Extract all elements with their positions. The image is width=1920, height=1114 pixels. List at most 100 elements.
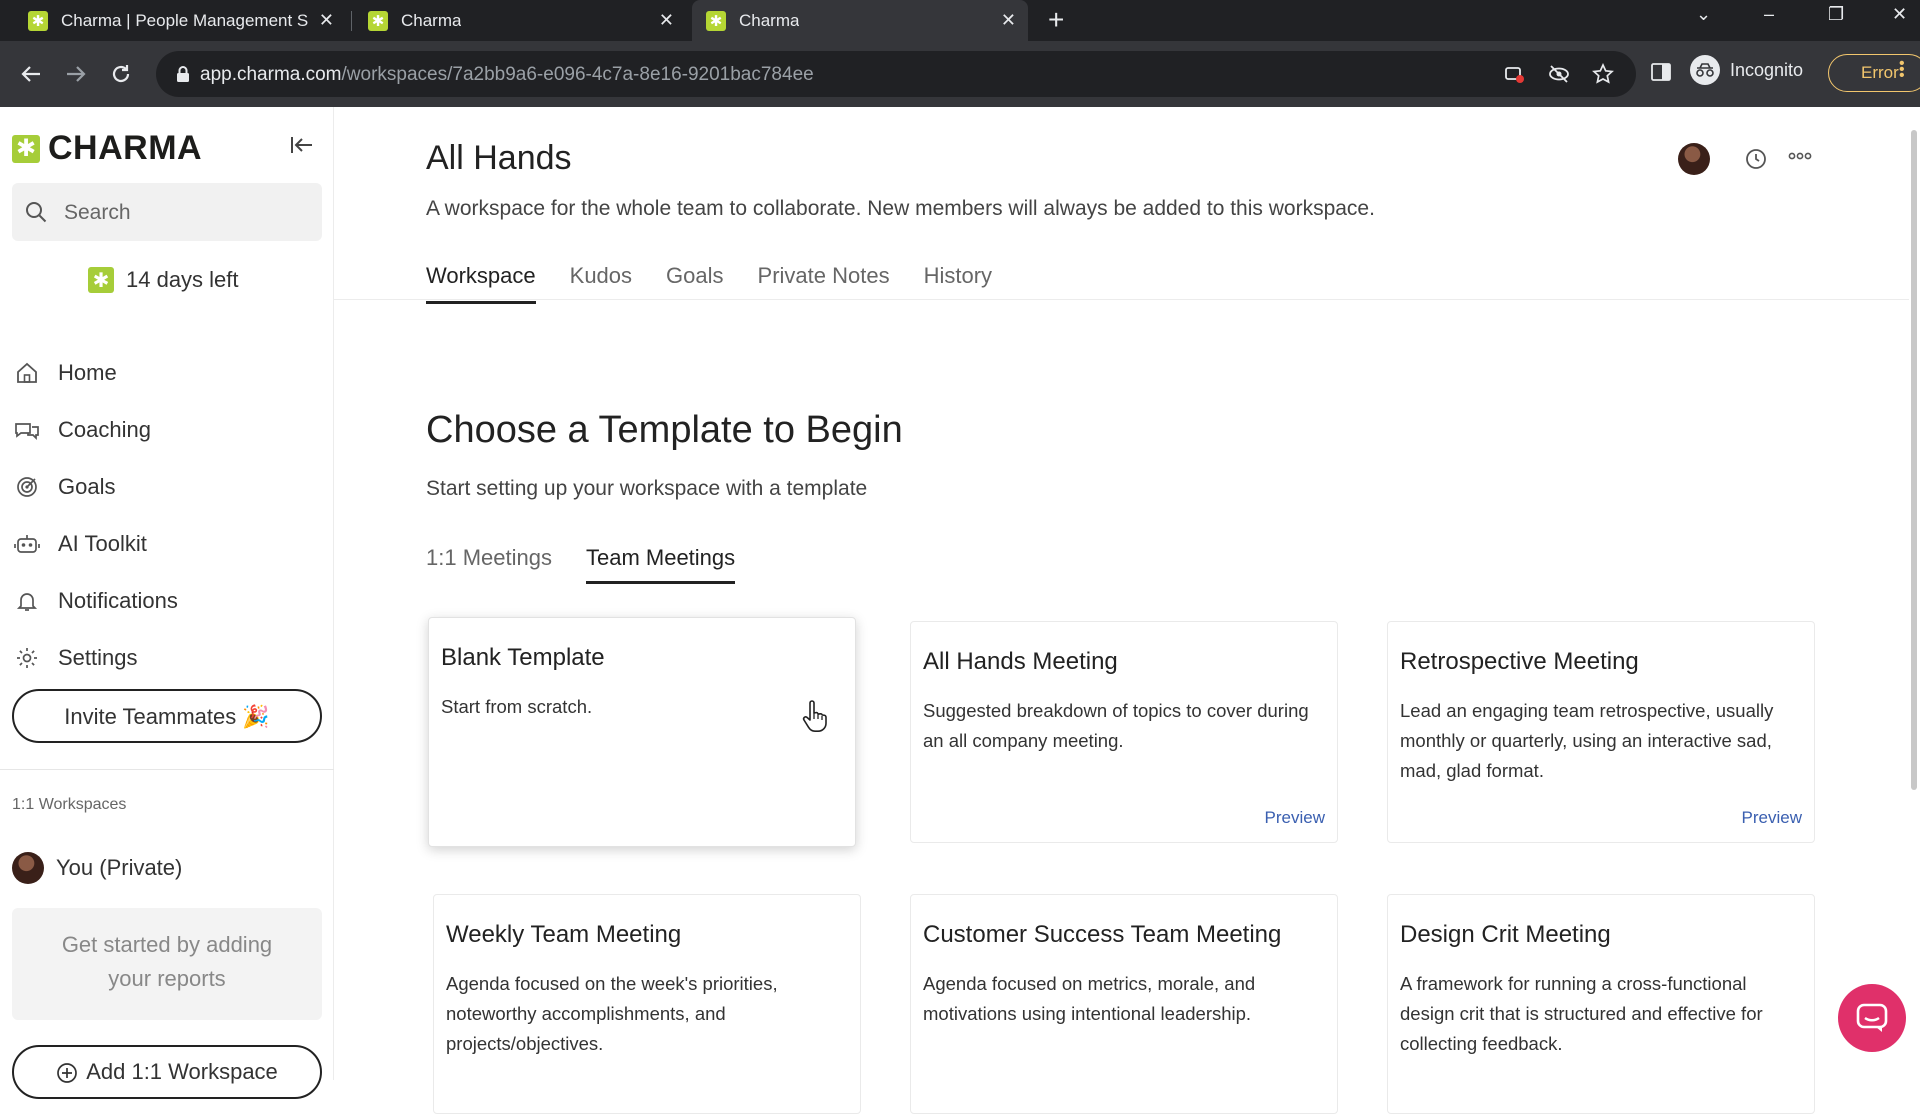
plus-circle-icon	[56, 1062, 78, 1084]
address-bar[interactable]: app.charma.com/workspaces/7a2bb9a6-e096-…	[156, 51, 1636, 97]
more-vertical-icon[interactable]: • • •	[1899, 56, 1905, 84]
template-card-retrospective[interactable]: Retrospective Meeting Lead an engaging t…	[1387, 621, 1815, 843]
browser-tab-1[interactable]: ✱ Charma | People Management S ✕	[14, 0, 346, 41]
browser-tab-title: Charma	[401, 10, 462, 30]
template-card-title: All Hands Meeting	[923, 648, 1118, 675]
reload-icon[interactable]	[110, 63, 132, 85]
workspaces-section-label: 1:1 Workspaces	[12, 796, 127, 813]
more-horizontal-icon[interactable]	[1788, 151, 1812, 161]
template-section-title: Choose a Template to Begin	[426, 409, 903, 451]
browser-tab-2[interactable]: ✱ Charma ✕	[356, 0, 686, 41]
url-path: /workspaces/7a2bb9a6-e096-4c7a-8e16-9201…	[341, 64, 814, 85]
search-input[interactable]: Search	[12, 183, 322, 241]
chat-launcher-button[interactable]	[1838, 984, 1906, 1052]
tab-history[interactable]: History	[924, 263, 992, 304]
template-card-title: Retrospective Meeting	[1400, 648, 1639, 675]
sidebar-item-label: Settings	[58, 645, 138, 670]
preview-link[interactable]: Preview	[1742, 808, 1802, 828]
new-tab-plus-icon[interactable]: +	[1048, 6, 1064, 34]
charma-logo-icon: ✱	[12, 134, 40, 163]
template-card-description: A framework for running a cross-function…	[1400, 973, 1763, 1054]
home-icon	[14, 360, 40, 386]
charma-favicon-icon: ✱	[706, 10, 726, 31]
invite-teammates-button[interactable]: Invite Teammates 🎉	[12, 689, 322, 743]
page-subtitle: A workspace for the whole team to collab…	[426, 197, 1375, 220]
tab-separator	[351, 11, 352, 31]
tab-one-on-one-meetings[interactable]: 1:1 Meetings	[426, 545, 552, 584]
window-close-icon[interactable]: ✕	[1892, 4, 1907, 25]
sidebar-item-home[interactable]: Home	[14, 353, 117, 393]
template-card-description: Agenda focused on the week's priorities,…	[446, 973, 778, 1054]
target-icon	[14, 474, 40, 500]
tab-private-notes[interactable]: Private Notes	[758, 263, 890, 304]
charma-logo[interactable]: ✱ CHARMA	[12, 129, 202, 168]
charma-favicon-icon: ✱	[28, 10, 48, 31]
private-workspace-item[interactable]: You (Private)	[12, 852, 182, 884]
tab-search-chevron-icon[interactable]: ⌄	[1696, 4, 1711, 25]
template-card-description: Start from scratch.	[441, 696, 593, 717]
forward-arrow-icon[interactable]	[65, 63, 87, 85]
camera-blocked-icon[interactable]	[1504, 63, 1526, 85]
add-reports-hint: Get started by adding your reports	[12, 908, 322, 1020]
add-workspace-button[interactable]: Add 1:1 Workspace	[12, 1045, 322, 1099]
bookmark-star-icon[interactable]	[1592, 63, 1614, 85]
bell-icon	[14, 588, 40, 614]
close-icon[interactable]: ✕	[319, 11, 334, 29]
browser-tab-title: Charma | People Management S	[61, 10, 309, 30]
template-category-tabs: 1:1 Meetings Team Meetings	[426, 545, 769, 584]
clock-icon[interactable]	[1744, 147, 1768, 171]
avatar	[12, 852, 44, 884]
tab-goals[interactable]: Goals	[666, 263, 723, 304]
page-scrollbar[interactable]	[1911, 130, 1917, 790]
template-card-design-crit[interactable]: Design Crit Meeting A framework for runn…	[1387, 894, 1815, 1114]
template-card-all-hands[interactable]: All Hands Meeting Suggested breakdown of…	[910, 621, 1338, 843]
sidebar: ✱ CHARMA Search ✱ 14 days left Home Coac…	[0, 107, 334, 1099]
tab-workspace[interactable]: Workspace	[426, 263, 536, 304]
search-icon	[24, 200, 48, 224]
close-icon[interactable]: ✕	[659, 11, 674, 29]
sidebar-item-label: Notifications	[58, 588, 178, 613]
side-panel-icon[interactable]	[1650, 61, 1672, 83]
add-workspace-label: Add 1:1 Workspace	[86, 1059, 278, 1084]
close-icon[interactable]: ✕	[1001, 11, 1016, 29]
page-title: All Hands	[426, 139, 572, 177]
eye-off-icon[interactable]	[1548, 63, 1570, 85]
browser-tab-title: Charma	[739, 10, 800, 30]
sidebar-item-settings[interactable]: Settings	[14, 638, 138, 678]
tabs-divider	[334, 299, 1909, 300]
browser-tab-3-active[interactable]: ✱ Charma ✕	[692, 0, 1028, 41]
template-card-title: Customer Success Team Meeting	[923, 921, 1282, 948]
template-card-customer-success[interactable]: Customer Success Team Meeting Agenda foc…	[910, 894, 1338, 1114]
sidebar-item-notifications[interactable]: Notifications	[14, 581, 178, 621]
member-avatar[interactable]	[1678, 143, 1710, 175]
incognito-indicator[interactable]: Incognito	[1690, 55, 1803, 85]
template-card-blank[interactable]: Blank Template Start from scratch.	[428, 617, 856, 847]
tab-team-meetings[interactable]: Team Meetings	[585, 545, 736, 584]
logo-text: CHARMA	[48, 129, 203, 167]
browser-tab-bar: ✱ Charma | People Management S ✕ ✱ Charm…	[0, 0, 1920, 41]
hand-cursor-icon	[801, 700, 827, 732]
gear-icon	[14, 645, 40, 671]
sidebar-item-ai-toolkit[interactable]: AI Toolkit	[14, 524, 147, 564]
trial-days-left[interactable]: ✱ 14 days left	[88, 267, 239, 293]
search-placeholder: Search	[64, 201, 131, 224]
tab-kudos[interactable]: Kudos	[570, 263, 632, 304]
incognito-label: Incognito	[1730, 59, 1804, 80]
chat-bubble-icon	[1856, 1003, 1888, 1033]
charma-star-icon: ✱	[88, 267, 114, 293]
sidebar-item-coaching[interactable]: Coaching	[14, 410, 151, 450]
main-content: All Hands A workspace for the whole team…	[334, 107, 1920, 1114]
robot-icon	[14, 531, 40, 557]
restore-icon[interactable]: ❐	[1828, 4, 1844, 25]
workspace-tabs: Workspace Kudos Goals Private Notes Hist…	[426, 263, 1026, 304]
sidebar-item-label: AI Toolkit	[58, 531, 147, 556]
template-card-weekly-team[interactable]: Weekly Team Meeting Agenda focused on th…	[433, 894, 861, 1114]
error-button[interactable]: Error	[1828, 54, 1920, 92]
preview-link[interactable]: Preview	[1265, 808, 1325, 828]
coaching-icon	[14, 417, 40, 443]
collapse-sidebar-icon[interactable]	[290, 135, 314, 155]
minimize-icon[interactable]: –	[1764, 4, 1774, 25]
sidebar-item-goals[interactable]: Goals	[14, 467, 115, 507]
template-card-description: Lead an engaging team retrospective, usu…	[1400, 700, 1774, 781]
back-arrow-icon[interactable]	[20, 63, 42, 85]
